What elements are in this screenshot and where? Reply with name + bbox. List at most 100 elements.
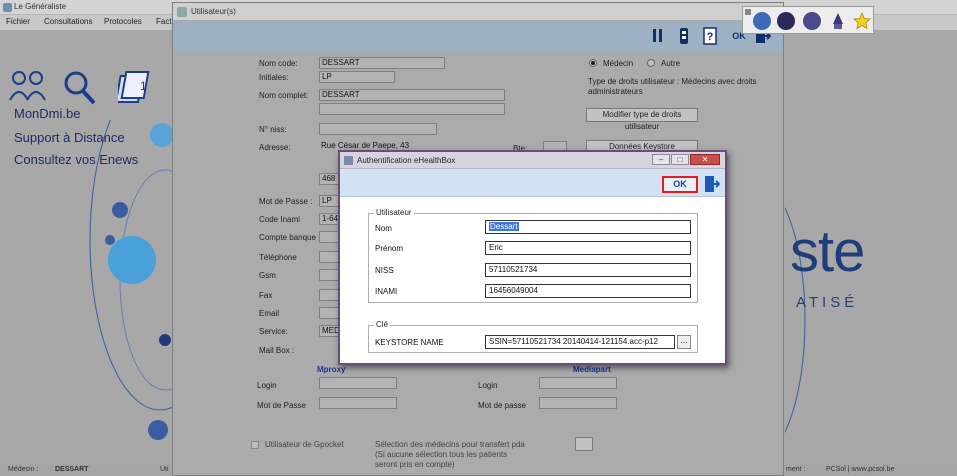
mediapart-label: Mediapart	[573, 365, 611, 374]
battery-icon[interactable]	[675, 27, 693, 45]
droits-text: Type de droits utilisateur : Médecins av…	[588, 77, 757, 96]
utilisateur-group: Utilisateur Nom Dessart Prénom Eric NISS…	[368, 208, 698, 303]
gsm-label: Gsm	[259, 271, 276, 280]
mot-de-passe-right-field[interactable]	[539, 397, 617, 409]
compte-banque-label: Compte banque	[259, 233, 316, 242]
menu-consultations[interactable]: Consultations	[44, 17, 92, 26]
mot-de-passe-label: Mot de Passe :	[259, 197, 313, 206]
nom-complet-label: Nom complet:	[259, 91, 309, 100]
adresse-label: Adresse:	[259, 143, 291, 152]
selection-button[interactable]	[575, 437, 593, 451]
login-right-label: Login	[478, 381, 498, 390]
user-avatar-icon[interactable]	[777, 12, 795, 30]
code-inami-label: Code Inami	[259, 215, 300, 224]
keystore-name-label: KEYSTORE NAME	[375, 338, 444, 347]
help-icon[interactable]: ?	[701, 27, 719, 45]
menu-facturation[interactable]: Fact	[156, 17, 172, 26]
nom-code-field[interactable]: DESSART	[319, 57, 445, 69]
initiales-label: Initiales:	[259, 73, 289, 82]
dialog-body: Utilisateur Nom Dessart Prénom Eric NISS…	[340, 197, 725, 363]
nom-value: Dessart	[489, 222, 519, 231]
modifier-droits-button[interactable]: Modifier type de droits utilisateur	[586, 108, 698, 131]
nom-code-label: Nom code:	[259, 59, 298, 68]
mail-box-label: Mail Box :	[259, 346, 295, 355]
user-window-title: Utilisateur(s)	[191, 7, 236, 16]
mot-de-passe-left-field[interactable]	[319, 397, 397, 409]
fax-label: Fax	[259, 291, 273, 300]
browse-button[interactable]: ...	[677, 335, 691, 349]
utilisateur-legend: Utilisateur	[374, 208, 414, 217]
exit-door-icon[interactable]	[704, 175, 720, 193]
patients-icon[interactable]	[8, 68, 48, 108]
niss-field[interactable]: 57110521734	[485, 263, 691, 277]
nom-label: Nom	[375, 224, 392, 233]
niss-field[interactable]	[319, 123, 437, 135]
user-window-titlebar: Utilisateur(s)	[173, 3, 783, 21]
close-button[interactable]: ✕	[690, 154, 720, 165]
radio-autre[interactable]	[647, 59, 655, 67]
star-icon[interactable]	[853, 12, 871, 30]
status-medecin-label: Médecin :	[8, 466, 39, 473]
nom-complet-field-2[interactable]	[319, 103, 505, 115]
user-window-icon	[177, 7, 187, 17]
left-panel: 1 MonDmi.be Support à Distance Consultez…	[0, 30, 175, 476]
dialog-title: Authentification eHealthBox	[357, 156, 456, 165]
app-title: Le Généraliste	[14, 2, 67, 11]
selection-text-2: (Si aucune sélection tous les patients	[375, 450, 508, 459]
keystore-name-field[interactable]: SSIN=57110521734 20140414-121154.acc-p12	[485, 335, 675, 349]
login-label: Login	[257, 381, 277, 390]
mproxy-label: Mproxy	[317, 365, 346, 374]
telephone-label: Téléphone	[259, 253, 297, 262]
status-util-label: Uti	[160, 466, 169, 473]
cle-legend: Clé	[374, 320, 391, 329]
cle-group: Clé KEYSTORE NAME SSIN=57110521734 20140…	[368, 320, 698, 353]
wizard-icon[interactable]	[829, 12, 847, 30]
doctor-avatar-icon[interactable]	[803, 12, 821, 30]
gpocket-checkbox[interactable]	[251, 441, 259, 449]
dialog-titlebar: Authentification eHealthBox – □ ✕	[340, 152, 725, 169]
status-right-value: PCSol | www.pcsol.be	[826, 466, 895, 473]
status-right-label: ment :	[786, 466, 806, 473]
bird-icon[interactable]	[753, 12, 771, 30]
svg-text:?: ?	[707, 31, 714, 43]
inami-label: INAMI	[375, 287, 398, 296]
app-icon	[3, 3, 12, 12]
email-label: Email	[259, 309, 280, 318]
grip-icon[interactable]	[745, 9, 751, 15]
minimize-button[interactable]: –	[652, 154, 670, 165]
dialog-app-icon	[344, 156, 353, 165]
selection-text-1: Sélection des médecins pour transfert pd…	[375, 440, 525, 449]
menu-fichier[interactable]: Fichier	[6, 17, 30, 26]
molecule-decoration-icon	[89, 120, 175, 440]
user-window-toolbar: ? OK	[173, 21, 783, 51]
status-medecin-value: DESSART	[55, 466, 89, 473]
mot-de-passe-left-label: Mot de Passe	[257, 401, 306, 410]
nom-field[interactable]: Dessart	[485, 220, 691, 234]
login-field[interactable]	[319, 377, 397, 389]
service-label: Service:	[259, 327, 288, 336]
agenda-icon[interactable]: 1	[118, 68, 158, 108]
ehealthbox-auth-dialog: Authentification eHealthBox – □ ✕ OK Uti…	[338, 150, 727, 365]
menu-protocoles[interactable]: Protocoles	[104, 17, 142, 26]
inami-field[interactable]: 16456049004	[485, 284, 691, 298]
radio-medecin[interactable]	[589, 59, 597, 67]
niss-label: NISS	[375, 266, 394, 275]
initiales-field[interactable]: LP	[319, 71, 395, 83]
prenom-label: Prénom	[375, 244, 404, 253]
logo-text: ste	[790, 219, 865, 284]
floating-icon-bar	[742, 6, 874, 34]
link-mondmi[interactable]: MonDmi.be	[14, 106, 80, 121]
selection-text-3: seront pris en compte)	[375, 460, 455, 469]
gpocket-label: Utilisateur de Gpocket	[265, 440, 344, 449]
prenom-field[interactable]: Eric	[485, 241, 691, 255]
ok-button[interactable]: OK	[662, 176, 698, 193]
radio-autre-label: Autre	[661, 59, 681, 68]
mot-de-passe-right-label: Mot de passe	[478, 401, 527, 410]
search-icon[interactable]	[60, 68, 100, 108]
maximize-button[interactable]: □	[671, 154, 689, 165]
login-right-field[interactable]	[539, 377, 617, 389]
test-tubes-icon[interactable]	[649, 27, 667, 45]
svg-text:1: 1	[140, 79, 147, 93]
nom-complet-field[interactable]: DESSART	[319, 89, 505, 101]
logo-subtitle: ATISÉ	[796, 294, 859, 311]
